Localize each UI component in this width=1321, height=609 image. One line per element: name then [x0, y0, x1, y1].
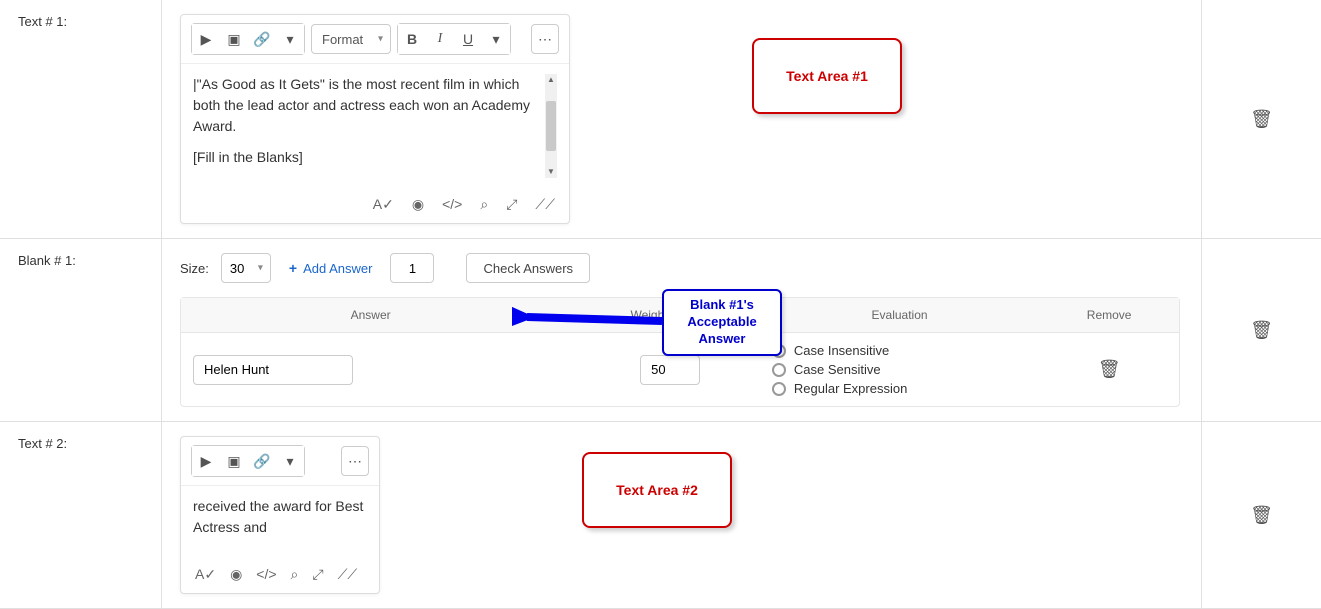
resize-icon[interactable]: ⟋⟋: [535, 196, 555, 213]
answer-count-input[interactable]: [390, 253, 434, 283]
trash-icon[interactable]: 🗑: [1250, 109, 1273, 130]
eval-cell: Case Insensitive Case Sensitive Regular …: [760, 333, 1039, 406]
eval-options: Case Insensitive Case Sensitive Regular …: [772, 343, 1027, 396]
blank-1-content: Size: + Add Answer Check Answers Answer …: [162, 239, 1201, 421]
editor-footer: A✓ ◉ </> ⌕ ⤢ ⟋⟋: [181, 558, 379, 593]
weight-input[interactable]: [640, 355, 700, 385]
editor-content-line: received the award for Best Actress and: [193, 496, 367, 538]
answer-cell: [181, 345, 560, 395]
ellipsis-icon[interactable]: ⋯: [341, 446, 369, 476]
style-dropdown-icon[interactable]: ▾: [482, 24, 510, 54]
spellcheck-icon[interactable]: A✓: [195, 566, 216, 583]
eval-option-regex[interactable]: Regular Expression: [772, 381, 1027, 396]
text-2-editor: ▶ ▣ 🔗 ▾ ⋯ received the award for Best Ac…: [180, 436, 380, 594]
size-label: Size:: [180, 261, 209, 276]
editor-text-area[interactable]: |"As Good as It Gets" is the most recent…: [193, 74, 539, 178]
editor-toolbar: ▶ ▣ 🔗 ▾ Format B I U ▾ ⋯: [181, 15, 569, 64]
media-group: ▶ ▣ 🔗 ▾: [191, 23, 305, 55]
size-select[interactable]: [221, 253, 271, 283]
editor-body[interactable]: |"As Good as It Gets" is the most recent…: [181, 64, 569, 188]
camera-icon[interactable]: ▣: [220, 446, 248, 476]
blank-1-label: Blank # 1:: [0, 239, 162, 421]
radio-icon: [772, 363, 786, 377]
col-head-evaluation: Evaluation: [760, 298, 1039, 332]
text-2-content: ▶ ▣ 🔗 ▾ ⋯ received the award for Best Ac…: [162, 422, 1201, 608]
editor-scrollbar[interactable]: ▲ ▼: [545, 74, 557, 178]
code-icon[interactable]: </>: [256, 566, 276, 583]
editor-content-line: |"As Good as It Gets" is the most recent…: [193, 74, 539, 137]
eval-label: Case Insensitive: [794, 343, 889, 358]
fullscreen-icon[interactable]: ⤢: [506, 196, 517, 213]
annotation-acceptable-answer: Blank #1's Acceptable Answer: [662, 289, 782, 356]
underline-icon[interactable]: U: [454, 24, 482, 54]
code-icon[interactable]: </>: [442, 196, 462, 213]
accessibility-icon[interactable]: ◉: [230, 566, 242, 583]
editor-footer: A✓ ◉ </> ⌕ ⤢ ⟋⟋: [181, 188, 569, 223]
format-select[interactable]: Format: [311, 24, 391, 54]
ellipsis-icon[interactable]: ⋯: [531, 24, 559, 54]
italic-icon[interactable]: I: [426, 24, 454, 54]
answer-input[interactable]: [193, 355, 353, 385]
eval-option-case-sensitive[interactable]: Case Sensitive: [772, 362, 1027, 377]
resize-icon[interactable]: ⟋⟋: [338, 566, 358, 583]
editor-toolbar: ▶ ▣ 🔗 ▾ ⋯: [181, 437, 379, 486]
editor-text-area[interactable]: received the award for Best Actress and: [193, 496, 367, 548]
delete-col: 🗑: [1201, 422, 1321, 608]
camera-icon[interactable]: ▣: [220, 24, 248, 54]
eval-option-case-insensitive[interactable]: Case Insensitive: [772, 343, 1027, 358]
delete-col: 🗑: [1201, 239, 1321, 421]
plus-icon: +: [289, 260, 297, 276]
callout-text-area-2: Text Area #2: [582, 452, 732, 528]
add-answer-button[interactable]: + Add Answer: [283, 260, 379, 276]
trash-icon[interactable]: 🗑: [1098, 359, 1121, 379]
scroll-up-icon[interactable]: ▲: [547, 76, 555, 84]
col-head-remove: Remove: [1039, 298, 1179, 332]
link-icon[interactable]: 🔗: [248, 24, 276, 54]
style-group: B I U ▾: [397, 23, 511, 55]
radio-icon: [772, 382, 786, 396]
blank-controls: Size: + Add Answer Check Answers: [180, 253, 1183, 283]
editor-body[interactable]: received the award for Best Actress and: [181, 486, 379, 558]
bold-icon[interactable]: B: [398, 24, 426, 54]
text-1-editor: ▶ ▣ 🔗 ▾ Format B I U ▾ ⋯: [180, 14, 570, 224]
preview-icon[interactable]: ⌕: [291, 566, 299, 583]
remove-cell: 🗑: [1039, 349, 1179, 390]
editor-content-line: [Fill in the Blanks]: [193, 147, 539, 168]
scroll-thumb[interactable]: [546, 101, 556, 151]
add-answer-label: Add Answer: [303, 261, 372, 276]
col-head-answer: Answer: [181, 298, 560, 332]
accessibility-icon[interactable]: ◉: [412, 196, 424, 213]
check-answers-button[interactable]: Check Answers: [466, 253, 590, 283]
fullscreen-icon[interactable]: ⤢: [312, 566, 323, 583]
more-dropdown-icon[interactable]: ▾: [276, 446, 304, 476]
more-dropdown-icon[interactable]: ▾: [276, 24, 304, 54]
link-icon[interactable]: 🔗: [248, 446, 276, 476]
text-1-content: ▶ ▣ 🔗 ▾ Format B I U ▾ ⋯: [162, 0, 1201, 238]
delete-col: 🗑: [1201, 0, 1321, 238]
media-group: ▶ ▣ 🔗 ▾: [191, 445, 305, 477]
preview-icon[interactable]: ⌕: [480, 196, 488, 213]
text-1-section: Text # 1: ▶ ▣ 🔗 ▾ Format B I U: [0, 0, 1321, 239]
eval-label: Regular Expression: [794, 381, 907, 396]
blank-1-section: Blank # 1: Size: + Add Answer Check Answ…: [0, 239, 1321, 422]
text-1-label: Text # 1:: [0, 0, 162, 238]
text-2-label: Text # 2:: [0, 422, 162, 608]
format-select-wrap[interactable]: Format: [311, 24, 391, 54]
play-icon[interactable]: ▶: [192, 24, 220, 54]
trash-icon[interactable]: 🗑: [1250, 505, 1273, 526]
size-select-wrap[interactable]: [221, 253, 271, 283]
spellcheck-icon[interactable]: A✓: [373, 196, 394, 213]
scroll-down-icon[interactable]: ▼: [547, 168, 555, 176]
callout-text-area-1: Text Area #1: [752, 38, 902, 114]
play-icon[interactable]: ▶: [192, 446, 220, 476]
text-2-section: Text # 2: ▶ ▣ 🔗 ▾ ⋯ received the award f…: [0, 422, 1321, 609]
eval-label: Case Sensitive: [794, 362, 881, 377]
trash-icon[interactable]: 🗑: [1250, 320, 1273, 341]
